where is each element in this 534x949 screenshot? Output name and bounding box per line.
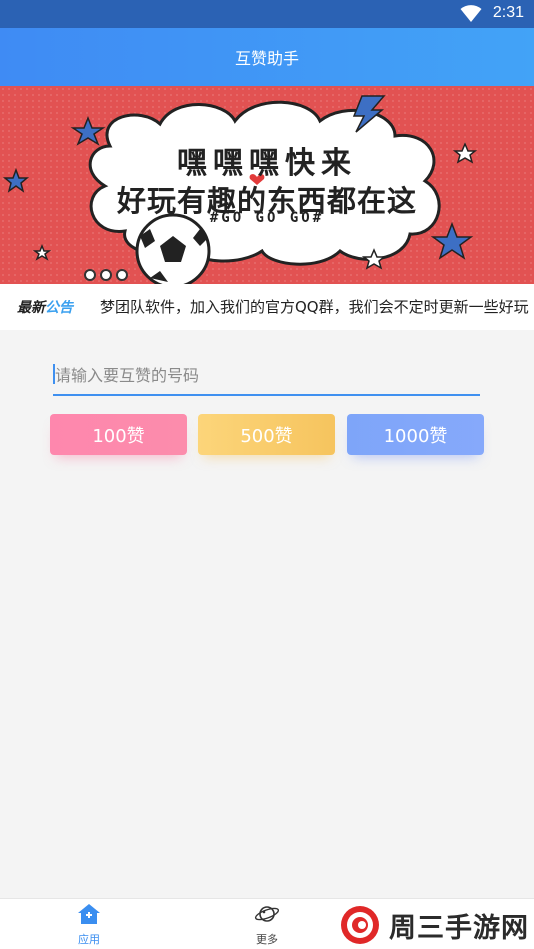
watermark-text: 周三手游网 — [389, 912, 529, 944]
like-500-button[interactable]: 500赞 — [198, 414, 335, 455]
notice-bar[interactable]: 最新公告 梦团队软件，加入我们的官方QQ群，我们会不定时更新一些好玩 — [0, 284, 534, 330]
nav-more-label: 更多 — [256, 933, 278, 946]
carousel-dot[interactable] — [100, 269, 112, 281]
site-watermark: 周三手游网 — [337, 903, 534, 947]
status-bar: 2:31 — [0, 0, 534, 28]
home-icon — [78, 904, 100, 924]
qq-number-input[interactable] — [53, 356, 480, 396]
watermark-logo-icon — [341, 906, 379, 944]
status-time: 2:31 — [492, 4, 524, 21]
carousel-indicators[interactable] — [84, 269, 128, 281]
star-icon — [32, 243, 52, 261]
app-header: 互赞助手 — [0, 28, 534, 86]
notice-text: 梦团队软件，加入我们的官方QQ群，我们会不定时更新一些好玩 — [100, 298, 529, 316]
nav-item-apps[interactable]: 应用 — [59, 903, 119, 947]
banner-hashtag: #GO GO GO# — [209, 210, 325, 226]
page-title: 互赞助手 — [234, 49, 299, 68]
planet-icon — [254, 906, 280, 922]
banner-headline: 嘿嘿嘿快来 — [177, 146, 357, 181]
like-100-button[interactable]: 100赞 — [50, 414, 187, 455]
nav-apps-label: 应用 — [78, 933, 100, 946]
notice-badge: 最新公告 — [17, 297, 73, 317]
promo-banner[interactable]: 嘿嘿嘿快来 好玩有趣的东西都在这 #GO GO GO# — [0, 86, 534, 284]
nav-item-more[interactable]: 更多 — [237, 903, 297, 947]
carousel-dot[interactable] — [116, 269, 128, 281]
text-caret — [53, 364, 55, 384]
star-icon — [430, 221, 474, 260]
notice-badge-part2: 公告 — [45, 300, 73, 316]
wifi-icon — [460, 5, 482, 22]
notice-badge-part1: 最新 — [17, 300, 45, 316]
like-1000-button[interactable]: 1000赞 — [347, 414, 484, 455]
carousel-dot[interactable] — [84, 269, 96, 281]
